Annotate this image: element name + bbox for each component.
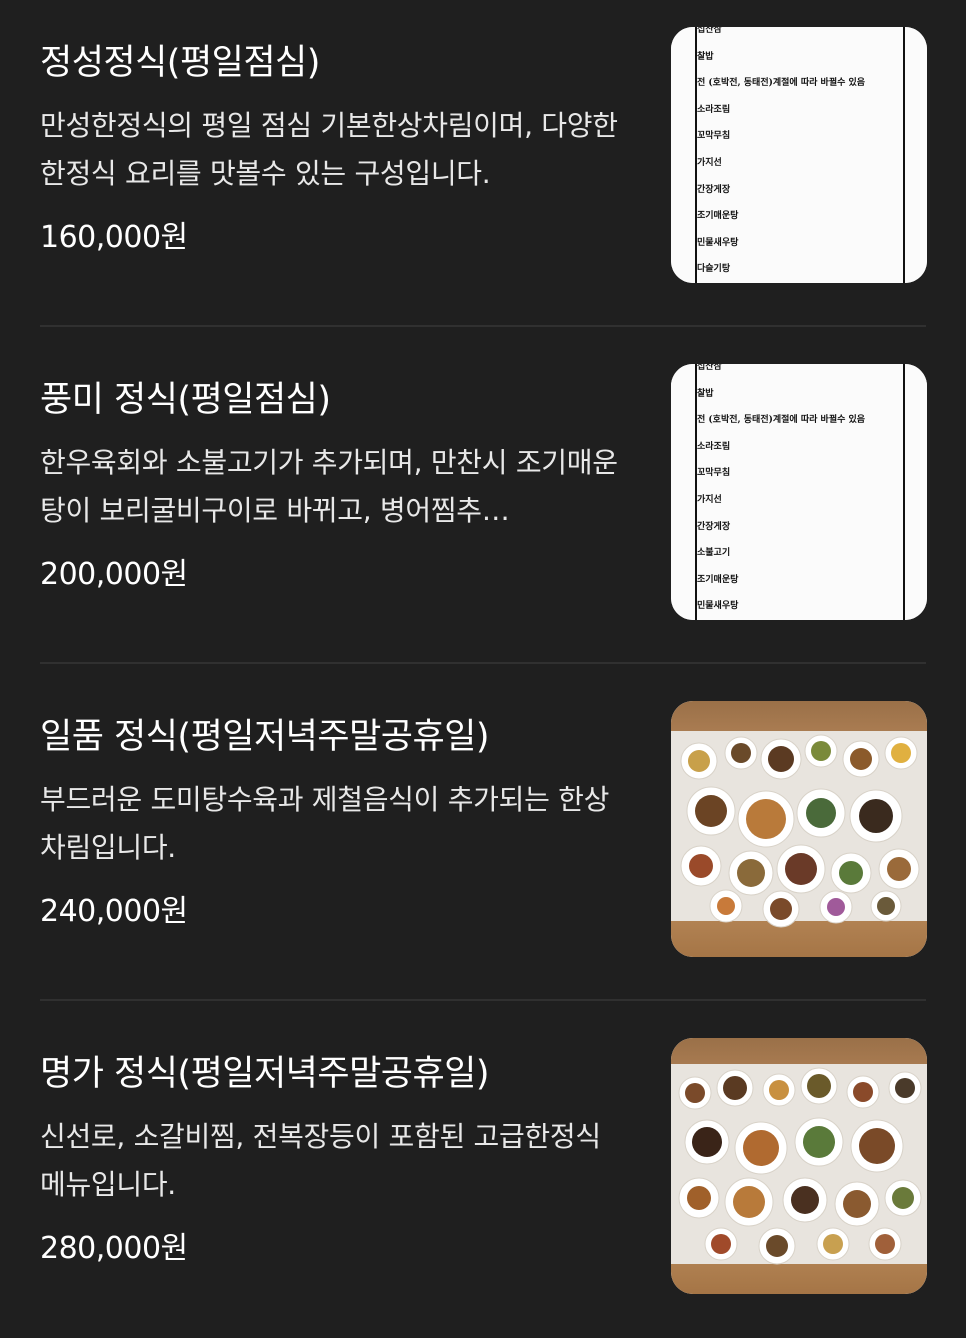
menu-item-price: 280,000원 [40, 1231, 188, 1266]
menu-item-name: 명가 정식(평일저녁주말공휴일) [40, 1054, 490, 1094]
menu-item[interactable]: 명가 정식(평일저녁주말공휴일) 신선로, 소갈비찜, 전복장등이 포함된 고급… [0, 1001, 966, 1338]
sheet-line: 가지선 [697, 157, 722, 168]
sheet-lines: 섭산삼 찰밥 전 (호박전, 동태전)계절에 따라 바뀔수 있음 소라조림 꼬막… [697, 27, 907, 283]
sheet-line: 전 (호박전, 동태전)계절에 따라 바뀔수 있음 [697, 415, 866, 426]
sheet-lines: 섭산삼 찰밥 전 (호박전, 동태전)계절에 따라 바뀔수 있음 소라조림 꼬막… [697, 364, 907, 620]
menu-item[interactable]: 정성정식(평일점심) 만성한정식의 평일 점심 기본한상차림이며, 다양한 한정… [0, 0, 966, 327]
sheet-line: 민물새우탕 [697, 237, 739, 248]
menu-item-description: 부드러운 도미탕수육과 제철음식이 추가되는 한상차림입니다. [40, 783, 610, 864]
sheet-line: 전 (호박전, 동태전)계절에 따라 바뀔수 있음 [697, 78, 866, 89]
menu-sheet-image: 섭산삼 찰밥 전 (호박전, 동태전)계절에 따라 바뀔수 있음 소라조림 꼬막… [671, 364, 927, 620]
menu-item-price: 160,000원 [40, 220, 188, 255]
menu-item-thumbnail[interactable]: 섭산삼 찰밥 전 (호박전, 동태전)계절에 따라 바뀔수 있음 소라조림 꼬막… [671, 27, 927, 283]
sheet-line: 조기매운탕 [697, 574, 739, 585]
food-table-illustration [671, 731, 927, 928]
sheet-line: 꼬막무침 [697, 131, 731, 142]
menu-item-description: 만성한정식의 평일 점심 기본한상차림이며, 다양한 한정식 요리를 맛볼수 있… [40, 109, 618, 190]
menu-item-price: 240,000원 [40, 894, 188, 929]
sheet-line: 간장게장 [697, 521, 731, 532]
menu-list: 정성정식(평일점심) 만성한정식의 평일 점심 기본한상차림이며, 다양한 한정… [0, 0, 966, 1316]
food-photo [671, 701, 927, 957]
menu-item[interactable]: 일품 정식(평일저녁주말공휴일) 부드러운 도미탕수육과 제철음식이 추가되는 … [0, 664, 966, 1001]
sheet-line: 가지선 [697, 494, 722, 505]
menu-item-name: 일품 정식(평일저녁주말공휴일) [40, 717, 490, 757]
menu-sheet-image: 섭산삼 찰밥 전 (호박전, 동태전)계절에 따라 바뀔수 있음 소라조림 꼬막… [671, 27, 927, 283]
sheet-line: 소라조림 [697, 441, 731, 452]
food-table-illustration [671, 1064, 927, 1265]
menu-item[interactable]: 풍미 정식(평일점심) 한우육회와 소불고기가 추가되며, 만찬시 조기매운탕이… [0, 327, 966, 664]
menu-item-thumbnail[interactable] [671, 1038, 927, 1294]
sheet-line: 찰밥 [697, 51, 714, 62]
menu-item-thumbnail[interactable]: 섭산삼 찰밥 전 (호박전, 동태전)계절에 따라 바뀔수 있음 소라조림 꼬막… [671, 364, 927, 620]
sheet-line: 소라조림 [697, 104, 731, 115]
sheet-line: 조기매운탕 [697, 211, 739, 222]
sheet-line: 꼬막무침 [697, 468, 731, 479]
menu-item-description: 한우육회와 소불고기가 추가되며, 만찬시 조기매운탕이 보리굴비구이로 바뀌고… [40, 446, 618, 527]
sheet-line: 다슬기탕 [697, 264, 731, 275]
sheet-line: 찰밥 [697, 388, 714, 399]
menu-item-price: 200,000원 [40, 557, 188, 592]
menu-item-name: 정성정식(평일점심) [40, 43, 320, 83]
menu-item-description: 신선로, 소갈비찜, 전복장등이 포함된 고급한정식 메뉴입니다. [40, 1120, 601, 1201]
sheet-line: 소불고기 [697, 548, 731, 559]
menu-item-name: 풍미 정식(평일점심) [40, 380, 331, 420]
sheet-line: 섭산삼 [697, 27, 722, 35]
menu-item-thumbnail[interactable] [671, 701, 927, 957]
sheet-line: 민물새우탕 [697, 601, 739, 612]
food-photo [671, 1038, 927, 1294]
sheet-line: 간장게장 [697, 184, 731, 195]
sheet-line: 섭산삼 [697, 364, 722, 372]
